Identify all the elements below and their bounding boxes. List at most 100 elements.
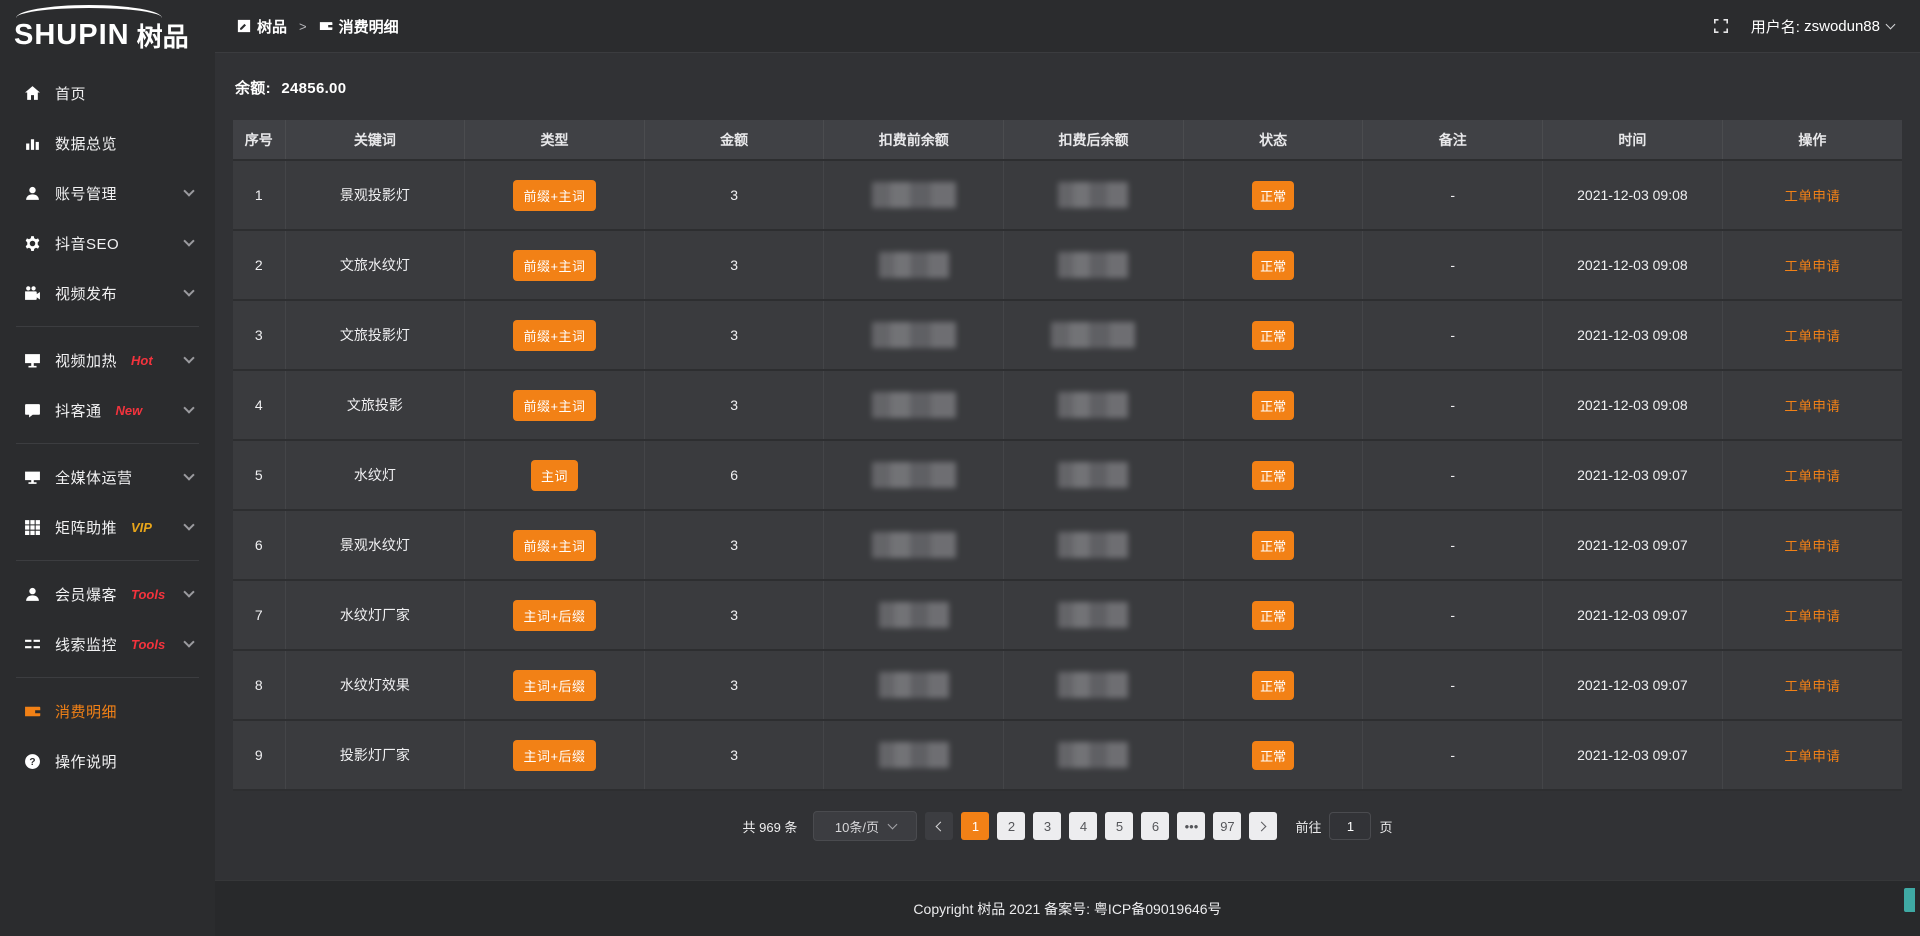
sidebar-item-data-overview[interactable]: 数据总览	[0, 118, 215, 168]
next-page-button[interactable]	[1249, 812, 1277, 840]
table-row: 8 水纹灯效果 主词+后缀 3 正常 - 2021-12-03 09:07 工单…	[233, 650, 1902, 720]
col-header-balance-after: 扣费后余额	[1004, 120, 1184, 160]
sidebar-item-label: 会员爆客	[55, 584, 117, 605]
sidebar-item-label: 全媒体运营	[55, 467, 133, 488]
sidebar-item-account-management[interactable]: 账号管理	[0, 168, 215, 218]
pagination: 共 969 条 10条/页 1 2 3 4 5 6 ••• 97 前往 页	[233, 811, 1902, 841]
page-button-3[interactable]: 3	[1033, 812, 1061, 840]
redacted-value	[1058, 602, 1128, 628]
sidebar-item-video-publish[interactable]: 视频发布	[0, 268, 215, 318]
type-badge: 前缀+主词	[513, 250, 595, 281]
sidebar-item-consumption-detail[interactable]: 消费明细	[0, 686, 215, 736]
chevron-down-icon	[183, 285, 194, 296]
cell-time: 2021-12-03 09:07	[1543, 650, 1723, 720]
work-order-link[interactable]: 工单申请	[1784, 189, 1840, 204]
cell-index: 2	[233, 230, 285, 300]
sidebar-item-label: 视频发布	[55, 283, 117, 304]
type-badge: 主词+后缀	[513, 670, 595, 701]
breadcrumb-root[interactable]: 树品	[257, 16, 287, 37]
page-size-select[interactable]: 10条/页	[813, 811, 917, 841]
page-size-value: 10条/页	[835, 817, 879, 836]
footer: Copyright 树品 2021 备案号: 粤ICP备09019646号	[215, 880, 1920, 936]
chevron-down-icon	[183, 586, 194, 597]
page-button-1[interactable]: 1	[961, 812, 989, 840]
sidebar-item-label: 矩阵助推	[55, 517, 117, 538]
username-value[interactable]: zswodun88	[1804, 18, 1880, 35]
status-badge: 正常	[1252, 321, 1294, 350]
sidebar-item-lead-monitor[interactable]: 线索监控 Tools	[0, 619, 215, 669]
work-order-link[interactable]: 工单申请	[1784, 259, 1840, 274]
redacted-value	[1058, 742, 1128, 768]
redacted-value	[1058, 462, 1128, 488]
cell-index: 6	[233, 510, 285, 580]
work-order-link[interactable]: 工单申请	[1784, 329, 1840, 344]
sidebar-item-douketong[interactable]: 抖客通 New	[0, 385, 215, 435]
redacted-value	[879, 672, 949, 698]
work-order-link[interactable]: 工单申请	[1784, 399, 1840, 414]
cell-keyword: 景观水纹灯	[285, 510, 465, 580]
cell-keyword: 文旅投影	[285, 370, 465, 440]
topbar-right: 用户名: zswodun88	[1713, 16, 1894, 37]
cell-amount: 3	[644, 370, 824, 440]
cell-time: 2021-12-03 09:07	[1543, 720, 1723, 790]
col-header-keyword: 关键词	[285, 120, 465, 160]
sidebar-item-home[interactable]: 首页	[0, 68, 215, 118]
type-badge: 主词+后缀	[513, 600, 595, 631]
cell-time: 2021-12-03 09:07	[1543, 510, 1723, 580]
prev-page-button[interactable]	[925, 812, 953, 840]
cell-index: 3	[233, 300, 285, 370]
work-order-link[interactable]: 工单申请	[1784, 539, 1840, 554]
sidebar-item-instructions[interactable]: ? 操作说明	[0, 736, 215, 786]
sidebar-item-video-heating[interactable]: 视频加热 Hot	[0, 335, 215, 385]
breadcrumb-separator: >	[299, 19, 307, 34]
copyright-text: Copyright 树品 2021 备案号: 粤ICP备09019646号	[913, 899, 1221, 919]
dashboard-icon	[237, 19, 251, 33]
cell-amount: 3	[644, 160, 824, 230]
col-header-type: 类型	[465, 120, 645, 160]
chevron-down-icon[interactable]	[1886, 20, 1896, 30]
cell-amount: 3	[644, 510, 824, 580]
work-order-link[interactable]: 工单申请	[1784, 609, 1840, 624]
page-button-5[interactable]: 5	[1105, 812, 1133, 840]
sidebar-item-label: 抖音SEO	[55, 233, 119, 254]
col-header-status: 状态	[1183, 120, 1363, 160]
page-button-4[interactable]: 4	[1069, 812, 1097, 840]
sidebar-item-all-media[interactable]: 全媒体运营	[0, 452, 215, 502]
pagination-total: 共 969 条	[743, 817, 798, 836]
goto-page-input[interactable]	[1329, 812, 1371, 840]
cell-note: -	[1363, 230, 1543, 300]
chat-widget[interactable]	[1904, 888, 1915, 912]
consumption-table: 序号 关键词 类型 金额 扣费前余额 扣费后余额 状态 备注 时间 操作 1	[233, 120, 1902, 791]
work-order-link[interactable]: 工单申请	[1784, 749, 1840, 764]
table-row: 9 投影灯厂家 主词+后缀 3 正常 - 2021-12-03 09:07 工单…	[233, 720, 1902, 790]
cell-note: -	[1363, 510, 1543, 580]
balance-label: 余额:	[235, 80, 271, 97]
cell-balance-after	[1004, 580, 1184, 650]
logo: SHUPIN 树品	[0, 0, 215, 56]
work-order-link[interactable]: 工单申请	[1784, 679, 1840, 694]
chevron-left-icon	[936, 821, 946, 831]
cell-balance-before	[824, 230, 1004, 300]
col-header-time: 时间	[1543, 120, 1723, 160]
breadcrumb: 树品 > 消费明细	[237, 16, 399, 37]
page-button-2[interactable]: 2	[997, 812, 1025, 840]
table-header-row: 序号 关键词 类型 金额 扣费前余额 扣费后余额 状态 备注 时间 操作	[233, 120, 1902, 160]
balance-value: 24856.00	[281, 80, 346, 97]
cell-amount: 3	[644, 300, 824, 370]
type-badge: 主词	[531, 460, 578, 491]
cell-balance-after	[1004, 230, 1184, 300]
sidebar-item-member-burst[interactable]: 会员爆客 Tools	[0, 569, 215, 619]
col-header-balance-before: 扣费前余额	[824, 120, 1004, 160]
fullscreen-icon[interactable]	[1713, 18, 1729, 34]
sidebar-item-douyin-seo[interactable]: 抖音SEO	[0, 218, 215, 268]
cell-balance-before	[824, 160, 1004, 230]
page-button-97[interactable]: 97	[1213, 812, 1241, 840]
more-pages-button[interactable]: •••	[1177, 812, 1205, 840]
work-order-link[interactable]: 工单申请	[1784, 469, 1840, 484]
page-button-6[interactable]: 6	[1141, 812, 1169, 840]
sidebar-item-matrix-boost[interactable]: 矩阵助推 VIP	[0, 502, 215, 552]
bar-chart-icon	[22, 134, 42, 152]
table-row: 3 文旅投影灯 前缀+主词 3 正常 - 2021-12-03 09:08 工单…	[233, 300, 1902, 370]
cell-time: 2021-12-03 09:07	[1543, 580, 1723, 650]
col-header-action: 操作	[1722, 120, 1902, 160]
